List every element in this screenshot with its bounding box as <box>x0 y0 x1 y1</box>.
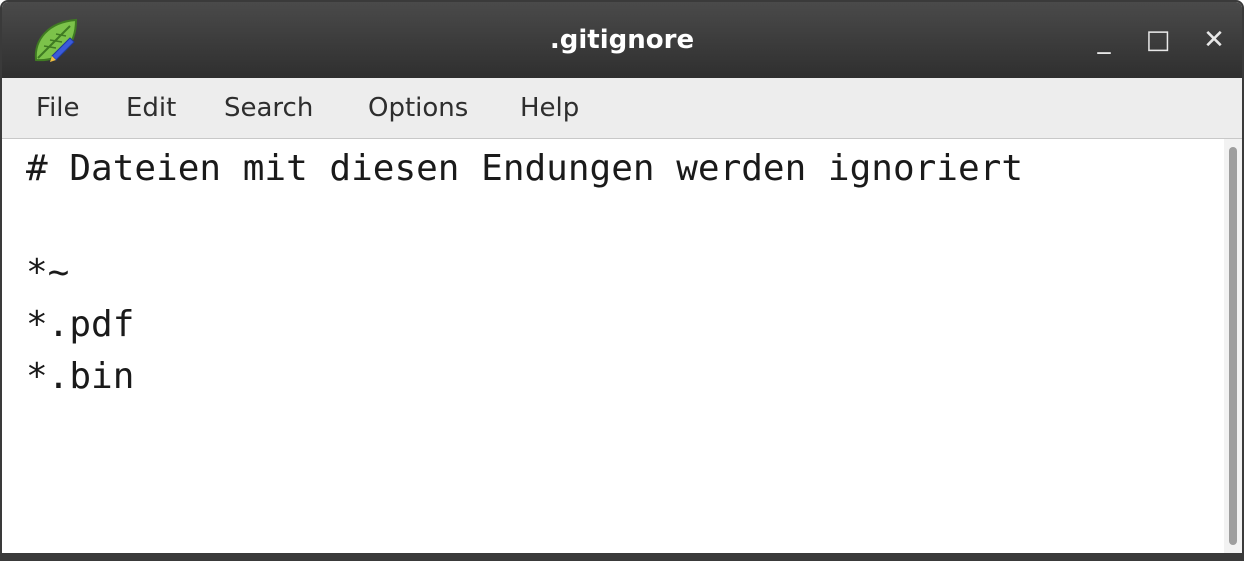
maximize-button[interactable]: □ <box>1138 20 1178 60</box>
editor-line[interactable]: *.bin <box>26 351 134 403</box>
editor-line[interactable]: *~ <box>26 247 69 299</box>
window-title: .gitignore <box>549 25 695 55</box>
editor-window: .gitignore _ □ ✕ File Edit Search Option… <box>0 0 1244 561</box>
menu-help[interactable]: Help <box>520 92 579 124</box>
close-button[interactable]: ✕ <box>1194 20 1234 60</box>
menu-search[interactable]: Search <box>224 92 313 124</box>
menu-options[interactable]: Options <box>368 92 468 124</box>
title-bar[interactable]: .gitignore _ □ ✕ <box>2 2 1242 78</box>
editor-line[interactable]: # Dateien mit diesen Endungen werden ign… <box>26 143 1023 195</box>
editor-line[interactable]: *.pdf <box>26 299 134 351</box>
minimize-button[interactable]: _ <box>1084 20 1124 60</box>
menu-edit[interactable]: Edit <box>126 92 176 124</box>
text-editor-area[interactable]: # Dateien mit diesen Endungen werden ign… <box>2 139 1224 553</box>
scrollbar-thumb[interactable] <box>1229 147 1237 545</box>
menu-file[interactable]: File <box>36 92 80 124</box>
window-bottom-border <box>2 553 1242 559</box>
menu-bar: File Edit Search Options Help <box>2 78 1242 139</box>
vertical-scrollbar[interactable] <box>1224 139 1242 553</box>
